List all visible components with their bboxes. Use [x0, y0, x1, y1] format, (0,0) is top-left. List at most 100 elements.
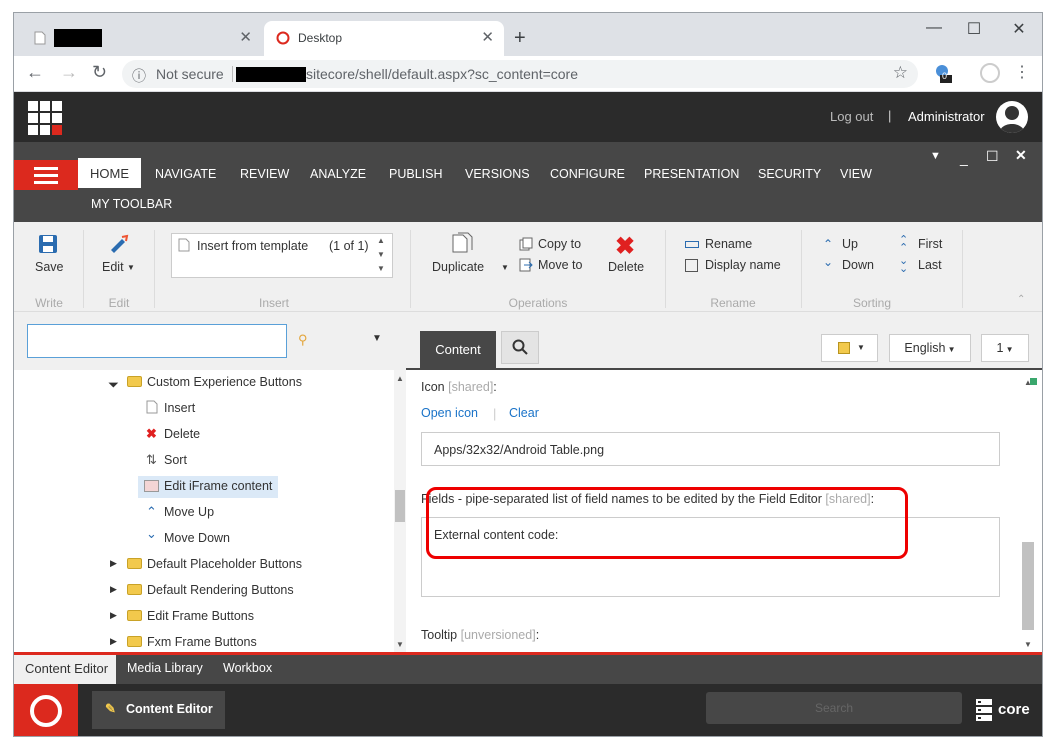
dropdown-icon[interactable]: ▼: [930, 150, 941, 162]
menu-kebab-icon[interactable]: ⋮: [1014, 62, 1030, 82]
minimize-button[interactable]: —: [919, 19, 949, 37]
double-chevron-down-icon: ⌄ ⌄: [899, 255, 909, 275]
divider: |: [493, 406, 497, 421]
version-history-dropdown[interactable]: ▼: [821, 334, 878, 362]
first-button[interactable]: ⌃ ⌃ First: [899, 235, 949, 254]
tree-item[interactable]: ◢ Custom Experience Buttons: [107, 372, 390, 394]
scroll-up-icon[interactable]: ▲: [377, 236, 385, 245]
collapsed-arrow-icon[interactable]: ▶: [110, 636, 117, 647]
delete-button[interactable]: ✖ Delete: [605, 230, 649, 286]
tab-media-library[interactable]: Media Library: [127, 661, 203, 675]
icon-field[interactable]: Apps/32x32/Android Table.png: [421, 432, 1000, 466]
tab-review[interactable]: REVIEW: [240, 167, 289, 181]
profile-icon[interactable]: [980, 63, 1000, 83]
open-icon-link[interactable]: Open icon: [421, 406, 478, 420]
browser-tab-inactive[interactable]: ✕: [22, 21, 262, 56]
maximize-icon[interactable]: ☐: [986, 148, 999, 165]
tab-publish[interactable]: PUBLISH: [389, 167, 443, 181]
extension-icon[interactable]: 0: [934, 63, 952, 83]
tab-workbox[interactable]: Workbox: [223, 661, 272, 675]
tree-item-selected[interactable]: Edit iFrame content: [138, 476, 278, 498]
info-icon[interactable]: ⓘ: [132, 66, 146, 86]
sitecore-start-button[interactable]: [14, 684, 78, 736]
logout-link[interactable]: Log out: [830, 109, 873, 124]
tab-versions[interactable]: VERSIONS: [465, 167, 530, 181]
scroll-down-icon[interactable]: ▼: [377, 250, 385, 259]
up-button[interactable]: ⌃ Up: [823, 236, 873, 254]
hamburger-menu-icon[interactable]: [14, 160, 78, 190]
collapsed-arrow-icon[interactable]: ▶: [110, 558, 117, 569]
language-dropdown[interactable]: English ▼: [889, 334, 971, 362]
expanded-arrow-icon[interactable]: ◢: [107, 376, 120, 389]
tree-item[interactable]: ▶ Default Placeholder Buttons: [110, 554, 390, 576]
search-tab-button[interactable]: [501, 331, 539, 364]
collapse-ribbon-icon[interactable]: ⌃: [1017, 294, 1025, 305]
browser-tab-active[interactable]: Desktop ✕: [264, 21, 504, 56]
search-input[interactable]: [27, 324, 287, 358]
chevron-down-icon[interactable]: ▼: [372, 333, 382, 344]
clear-link[interactable]: Clear: [509, 406, 539, 420]
close-window-button[interactable]: ✕: [1004, 19, 1034, 39]
tree-item[interactable]: ⇅ Sort: [146, 450, 346, 472]
tab-presentation[interactable]: PRESENTATION: [644, 167, 739, 181]
expand-gallery-icon[interactable]: ▼: [377, 264, 385, 273]
content-editor-task[interactable]: ✎ Content Editor: [92, 691, 225, 729]
back-icon[interactable]: ←: [26, 62, 44, 83]
avatar[interactable]: [996, 101, 1028, 133]
tree-item[interactable]: ⌄ Move Down: [146, 526, 346, 550]
duplicate-button[interactable]: Duplicate ▼: [429, 230, 509, 286]
user-name[interactable]: Administrator: [908, 109, 985, 124]
insert-gallery[interactable]: Insert from template (1 of 1) ▲ ▼ ▼: [171, 233, 393, 278]
save-button[interactable]: Save: [28, 230, 68, 286]
down-button[interactable]: ⌄ Down: [823, 255, 883, 275]
scroll-down-icon[interactable]: ▼: [396, 640, 404, 649]
reload-icon[interactable]: ↻: [92, 62, 107, 83]
tree-item[interactable]: ⌃ Move Up: [146, 502, 346, 524]
tree-item[interactable]: ✖ Delete: [146, 424, 346, 446]
bookmark-star-icon[interactable]: ☆: [893, 63, 908, 83]
launchpad-grid-icon[interactable]: [28, 101, 62, 135]
last-button[interactable]: ⌄ ⌄ Last: [899, 255, 949, 275]
version-dropdown[interactable]: 1 ▼: [981, 334, 1029, 362]
insert-from-template[interactable]: Insert from template: [197, 239, 308, 253]
taskbar-search-input[interactable]: Search: [706, 692, 962, 724]
tab-home[interactable]: HOME: [78, 158, 141, 188]
scrollbar-thumb[interactable]: [395, 490, 405, 522]
tab-analyze[interactable]: ANALYZE: [310, 167, 366, 181]
tab-navigate[interactable]: NAVIGATE: [155, 167, 216, 181]
folder-icon: [127, 376, 142, 387]
minimize-icon[interactable]: _: [960, 150, 968, 166]
tab-content[interactable]: Content: [420, 331, 496, 370]
tree-item[interactable]: ▶ Edit Frame Buttons: [110, 606, 390, 628]
tab-view[interactable]: VIEW: [840, 167, 872, 181]
content-editor-pane: Content ▼ English ▼ 1 ▼ Icon [shared]: O…: [406, 312, 1042, 652]
edit-button[interactable]: Edit ▼: [96, 230, 140, 286]
search-icon[interactable]: ⚲: [298, 332, 308, 348]
collapsed-arrow-icon[interactable]: ▶: [110, 584, 117, 595]
tab-content-editor[interactable]: Content Editor: [14, 655, 116, 684]
tree-item[interactable]: ▶ Default Rendering Buttons: [110, 580, 390, 602]
scroll-down-icon[interactable]: ▼: [1024, 640, 1032, 649]
tab-my-toolbar[interactable]: MY TOOLBAR: [91, 197, 172, 211]
new-tab-button[interactable]: +: [514, 27, 526, 50]
tab-security[interactable]: SECURITY: [758, 167, 821, 181]
forward-icon[interactable]: →: [60, 62, 78, 83]
tab-configure[interactable]: CONFIGURE: [550, 167, 625, 181]
scroll-up-icon[interactable]: ▲: [396, 374, 404, 383]
rename-button[interactable]: Rename: [685, 236, 775, 254]
move-to-button[interactable]: Move to: [519, 257, 589, 275]
tree-item[interactable]: Insert: [146, 398, 346, 420]
scrollbar-thumb[interactable]: [1022, 542, 1034, 630]
tree-item[interactable]: ▶ Fxm Frame Buttons: [110, 632, 390, 652]
editor-scrollbar[interactable]: ▲ ▼: [1020, 372, 1036, 652]
close-icon[interactable]: ✕: [1015, 147, 1027, 164]
database-name[interactable]: core: [998, 701, 1030, 718]
maximize-button[interactable]: ☐: [959, 19, 989, 39]
close-tab-icon[interactable]: ✕: [239, 28, 252, 46]
address-bar[interactable]: ⓘ Not secure sitecore/shell/default.aspx…: [122, 60, 918, 88]
display-name-button[interactable]: Display name: [685, 257, 795, 275]
collapsed-arrow-icon[interactable]: ▶: [110, 610, 117, 621]
tree-scrollbar[interactable]: ▲ ▼: [394, 370, 406, 652]
close-tab-icon[interactable]: ✕: [481, 28, 494, 46]
copy-to-button[interactable]: Copy to: [519, 236, 589, 254]
